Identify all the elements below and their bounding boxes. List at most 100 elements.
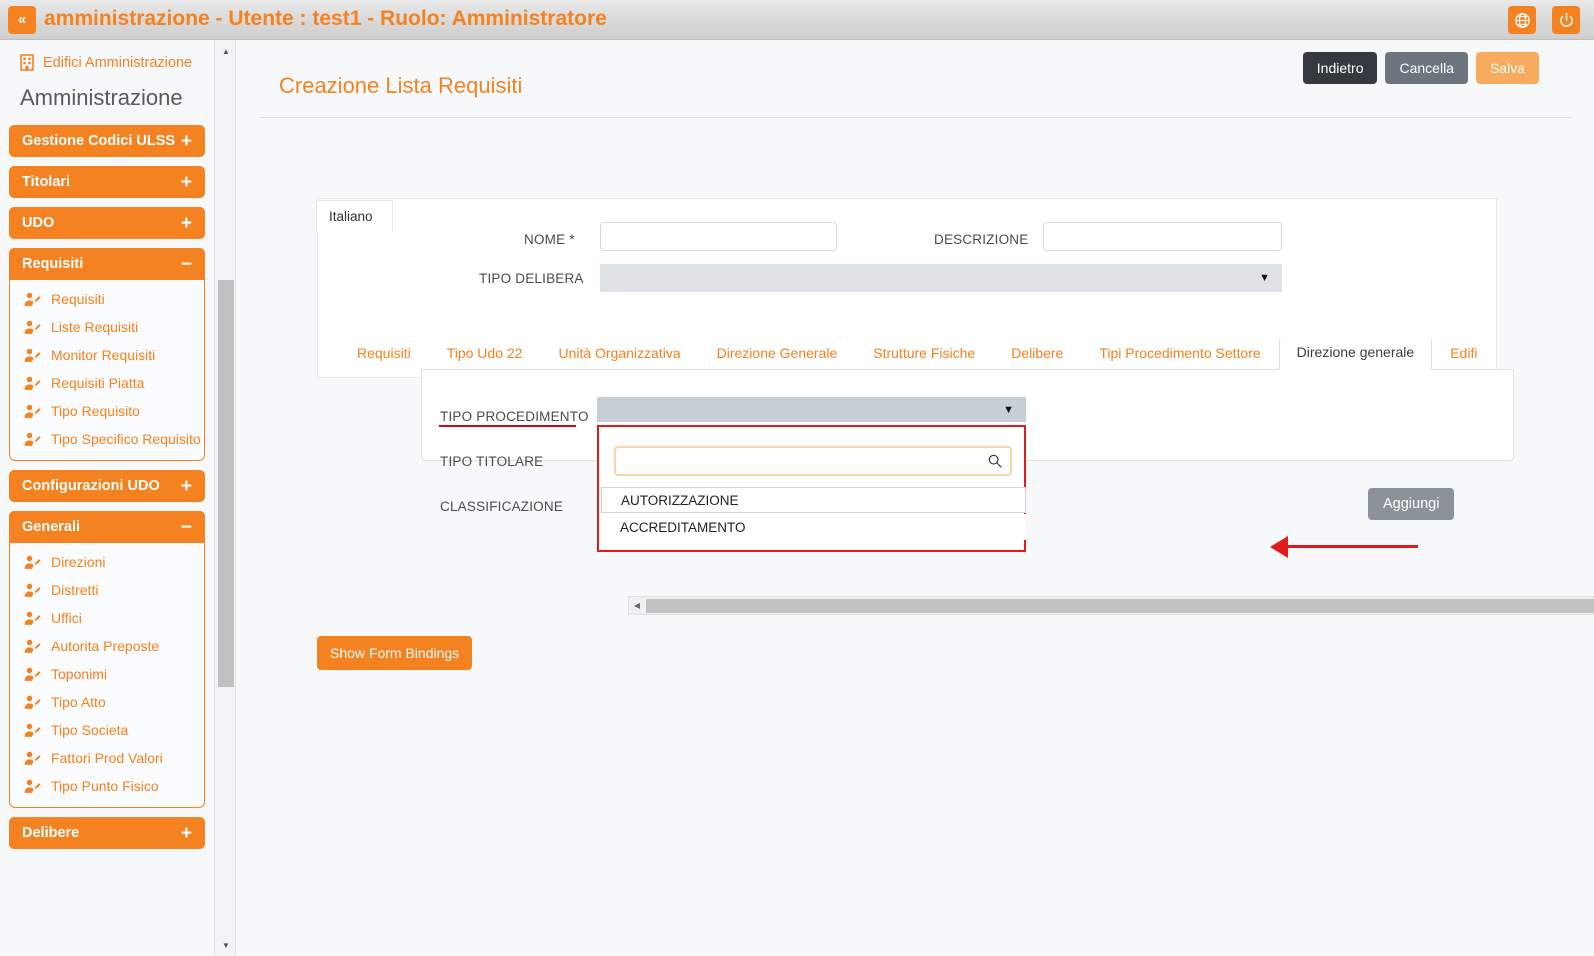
dropdown-option-accreditamento[interactable]: ACCREDITAMENTO [601,514,1026,540]
minus-icon: − [180,516,192,538]
person-edit-icon [24,751,41,765]
plus-icon: + [180,130,192,152]
dropdown-option-autorizzazione[interactable]: AUTORIZZAZIONE [601,487,1026,513]
inner-tab-bar: Requisiti Tipo Udo 22 Unità Organizzativa D… [339,338,1514,370]
search-icon[interactable] [987,453,1003,469]
sidebar-scrollbar[interactable]: ▲ ▼ [214,40,236,956]
sidebar-group-label: UDO [22,215,55,231]
tab-tipo-udo-22[interactable]: Tipo Udo 22 [429,338,541,370]
tab-strutture-fisiche[interactable]: Strutture Fisiche [855,338,993,370]
person-edit-icon [24,348,41,362]
tab-italiano[interactable]: Italiano [316,200,393,232]
sidebar-scrollbar-thumb[interactable] [218,280,234,687]
sidebar-item-monitor-requisiti[interactable]: Monitor Requisiti [10,341,204,369]
sidebar-item-label: Direzioni [51,554,106,570]
nome-label: NOME * [524,232,575,247]
person-edit-icon [24,555,41,569]
plus-icon: + [180,475,192,497]
logout-power-button[interactable] [1552,6,1580,34]
panel-horizontal-scrollbar[interactable]: ◀ ▶ [628,596,1594,615]
plus-icon: + [180,171,192,193]
sidebar-group-header-titolari[interactable]: Titolari + [9,166,205,198]
tipo-procedimento-underline [439,425,576,427]
sidebar-item-label: Tipo Atto [51,694,106,710]
plus-icon: + [180,212,192,234]
sidebar-group-header-configurazioni-udo[interactable]: Configurazioni UDO + [9,470,205,502]
sidebar-group-gestione-codici-ulss: Gestione Codici ULSS + [9,125,205,157]
classificazione-label: CLASSIFICAZIONE [440,499,564,514]
sidebar-item-tipo-punto-fisico[interactable]: Tipo Punto Fisico [10,772,204,800]
sidebar-group-delibere: Delibere + [9,817,205,849]
panel-horizontal-scrollbar-thumb[interactable] [646,599,1594,613]
sidebar-group-list: Gestione Codici ULSS + Titolari + UDO + Requis… [0,125,214,849]
show-form-bindings-button[interactable]: Show Form Bindings [317,636,473,670]
sidebar-group-header-gestione-codici-ulss[interactable]: Gestione Codici ULSS + [9,125,205,157]
sidebar-item-requisiti-piatta[interactable]: Requisiti Piatta [10,369,204,397]
sidebar-item-edifici-amministrazione[interactable]: Edifici Amministrazione [0,40,214,77]
sidebar-item-distretti[interactable]: Distretti [10,576,204,604]
tab-tipi-procedimento-settore[interactable]: Tipi Procedimento Settore [1081,338,1278,370]
scroll-up-arrow-icon[interactable]: ▲ [215,42,237,60]
scroll-down-arrow-icon[interactable]: ▼ [215,936,237,954]
sidebar-group-header-delibere[interactable]: Delibere + [9,817,205,849]
sidebar-heading: Amministrazione [20,85,183,110]
person-edit-icon [24,779,41,793]
sidebar-item-label: Uffici [51,610,82,626]
sidebar-group-udo: UDO + [9,207,205,239]
tipo-procedimento-select[interactable]: ▼ [597,397,1026,422]
tab-direzione-generale[interactable]: Direzione generale [1278,338,1433,370]
page-header: Creazione Lista Requisiti Indietro Cance… [259,52,1572,118]
sidebar-item-label: Tipo Punto Fisico [51,778,159,794]
sidebar-item-tipo-atto[interactable]: Tipo Atto [10,688,204,716]
main-content: Creazione Lista Requisiti Indietro Cance… [237,40,1594,956]
save-button[interactable]: Salva [1475,52,1539,84]
sidebar-group-header-generali[interactable]: Generali − [9,511,205,543]
sidebar-item-uffici[interactable]: Uffici [10,604,204,632]
sidebar-item-label: Monitor Requisiti [51,347,156,363]
sidebar-item-requisiti[interactable]: Requisiti [10,285,204,313]
sidebar-item-label: Requisiti [51,291,105,307]
sidebar-sublist: Direzioni Distretti Uffici Autorita Prepost… [9,543,205,808]
sidebar-item-autorita-preposte[interactable]: Autorita Preposte [10,632,204,660]
sidebar-item-liste-requisiti[interactable]: Liste Requisiti [10,313,204,341]
app-title: amministrazione - Utente : test1 - Ruolo… [44,7,607,30]
building-icon [20,54,34,71]
sidebar-item-direzioni[interactable]: Direzioni [10,548,204,576]
power-icon [1559,12,1573,27]
person-edit-icon [24,667,41,681]
sidebar-group-requisiti: Requisiti − Requisiti Liste Requisiti Monito… [9,248,205,461]
tab-unit-organizzativa[interactable]: Unità Organizzativa [540,338,698,370]
nome-input[interactable] [600,222,837,251]
back-button[interactable]: Indietro [1302,52,1378,84]
sidebar-item-tipo-requisito[interactable]: Tipo Requisito [10,397,204,425]
tipo-delibera-label: TIPO DELIBERA [479,271,584,286]
page-title: Creazione Lista Requisiti [279,73,523,98]
sidebar-item-fattori-prod-valori[interactable]: Fattori Prod Valori [10,744,204,772]
sidebar-item-toponimi[interactable]: Toponimi [10,660,204,688]
tab-edifi[interactable]: Edifi [1432,338,1495,370]
scroll-left-arrow-icon[interactable]: ◀ [629,597,645,614]
sidebar-item-tipo-societa[interactable]: Tipo Societa [10,716,204,744]
sidebar-item-tipo-specifico-requisito[interactable]: Tipo Specifico Requisito [10,425,204,453]
tipo-delibera-select[interactable]: ▼ [600,264,1282,292]
cancel-button[interactable]: Cancella [1385,52,1468,84]
sidebar-collapse-button[interactable]: « [8,6,36,34]
person-edit-icon [24,583,41,597]
tab-delibere[interactable]: Delibere [993,338,1081,370]
sidebar-group-label: Gestione Codici ULSS [22,133,176,149]
add-button[interactable]: Aggiungi [1368,488,1455,520]
descrizione-label: DESCRIZIONE [934,232,1029,247]
descrizione-input[interactable] [1043,222,1282,251]
sidebar-group-header-udo[interactable]: UDO + [9,207,205,239]
tab-requisiti[interactable]: Requisiti [339,338,429,370]
person-edit-icon [24,639,41,653]
sidebar-group-configurazioni-udo: Configurazioni UDO + [9,470,205,502]
person-edit-icon [24,723,41,737]
chevron-down-icon: ▼ [1003,403,1014,416]
tab-direzione-generale[interactable]: Direzione Generale [699,338,856,370]
plus-icon: + [180,822,192,844]
language-globe-button[interactable] [1508,6,1536,34]
sidebar-group-header-requisiti[interactable]: Requisiti − [9,248,205,280]
dropdown-search-input[interactable] [614,446,1012,476]
tipo-procedimento-label: TIPO PROCEDIMENTO [440,409,589,424]
